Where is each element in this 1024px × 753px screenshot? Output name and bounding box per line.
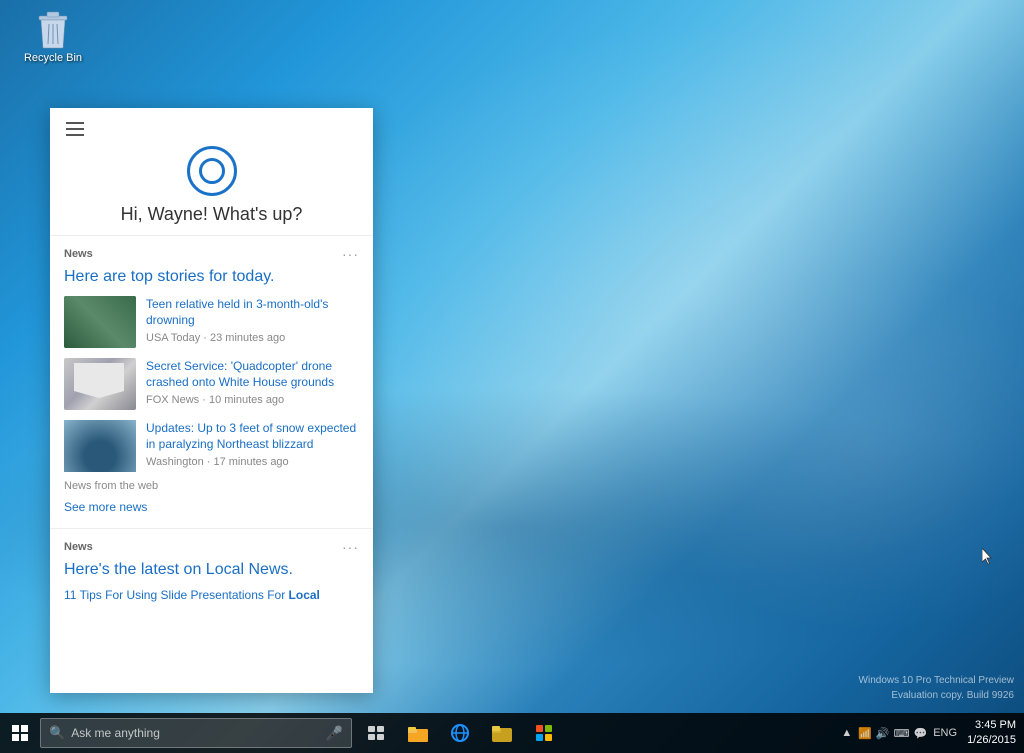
recycle-bin-graphic bbox=[33, 10, 73, 50]
news-card-1-header: News ··· bbox=[64, 246, 359, 262]
hamburger-button[interactable] bbox=[64, 120, 86, 138]
news-label-2: News bbox=[64, 541, 93, 553]
recycle-bin-icon[interactable]: Recycle Bin bbox=[18, 10, 88, 64]
news-source-2: FOX News · 10 minutes ago bbox=[146, 394, 359, 406]
news-content-3: Updates: Up to 3 feet of snow expected i… bbox=[146, 420, 359, 468]
news-card-2-header: News ··· bbox=[64, 539, 359, 555]
news-title-3[interactable]: Updates: Up to 3 feet of snow expected i… bbox=[146, 420, 359, 452]
start-button[interactable] bbox=[0, 713, 40, 753]
news-item-1[interactable]: Teen relative held in 3-month-old's drow… bbox=[64, 296, 359, 348]
watermark: Windows 10 Pro Technical Preview Evaluat… bbox=[859, 673, 1014, 703]
show-hidden-icons-button[interactable]: ▲ bbox=[841, 727, 852, 739]
keyboard-icon[interactable]: ⌨ bbox=[894, 727, 910, 740]
local-news-highlight: Local bbox=[289, 588, 320, 602]
local-news-title-text: 11 Tips For Using Slide Presentations Fo… bbox=[64, 588, 289, 602]
news-content-2: Secret Service: 'Quadcopter' drone crash… bbox=[146, 358, 359, 406]
news-label-1: News bbox=[64, 248, 93, 260]
store-button[interactable] bbox=[524, 713, 564, 753]
cortana-header bbox=[50, 108, 373, 138]
cortana-logo-area: Hi, Wayne! What's up? bbox=[50, 138, 373, 235]
news-source-3: Washington · 17 minutes ago bbox=[146, 456, 359, 468]
news-title-2[interactable]: Secret Service: 'Quadcopter' drone crash… bbox=[146, 358, 359, 390]
desktop: Recycle Bin Hi, Wayne! What's up? News ·… bbox=[0, 0, 1024, 753]
clock-date: 1/26/2015 bbox=[967, 733, 1016, 748]
language-indicator[interactable]: ENG bbox=[933, 727, 957, 739]
start-icon bbox=[12, 725, 28, 741]
mouse-cursor bbox=[982, 548, 994, 566]
watermark-line2: Evaluation copy. Build 9926 bbox=[859, 688, 1014, 703]
news-item-3[interactable]: Updates: Up to 3 feet of snow expected i… bbox=[64, 420, 359, 472]
news-title-1[interactable]: Teen relative held in 3-month-old's drow… bbox=[146, 296, 359, 328]
local-news-item-1[interactable]: 11 Tips For Using Slide Presentations Fo… bbox=[64, 587, 359, 604]
search-placeholder: Ask me anything bbox=[71, 726, 319, 740]
news-card-1: News ··· Here are top stories for today.… bbox=[50, 235, 373, 528]
news-content-1: Teen relative held in 3-month-old's drow… bbox=[146, 296, 359, 344]
internet-explorer-button[interactable] bbox=[440, 713, 480, 753]
network-icon[interactable]: 📶 bbox=[858, 727, 872, 740]
system-tray: ▲ 📶 🔊 ⌨ 💬 ENG 3:45 PM 1/26/2015 bbox=[841, 718, 1024, 749]
volume-icon[interactable]: 🔊 bbox=[876, 727, 890, 740]
cortana-panel: Hi, Wayne! What's up? News ··· Here are … bbox=[50, 108, 373, 693]
news-thumb-3 bbox=[64, 420, 136, 472]
task-view-button[interactable] bbox=[356, 713, 396, 753]
news-thumb-1 bbox=[64, 296, 136, 348]
taskbar-apps bbox=[356, 713, 564, 753]
news-more-button-1[interactable]: ··· bbox=[342, 246, 359, 262]
news-thumb-2 bbox=[64, 358, 136, 410]
clock[interactable]: 3:45 PM 1/26/2015 bbox=[963, 718, 1016, 749]
folder-button[interactable] bbox=[482, 713, 522, 753]
see-more-news-link[interactable]: See more news bbox=[64, 500, 147, 514]
taskbar: 🔍 Ask me anything 🎤 bbox=[0, 713, 1024, 753]
news-more-button-2[interactable]: ··· bbox=[342, 539, 359, 555]
news-card-2: News ··· Here's the latest on Local News… bbox=[50, 528, 373, 614]
recycle-bin-label: Recycle Bin bbox=[24, 52, 82, 64]
search-icon: 🔍 bbox=[49, 725, 65, 741]
action-center-icon[interactable]: 💬 bbox=[914, 727, 928, 740]
news-footer: News from the web bbox=[64, 480, 359, 492]
cortana-greeting: Hi, Wayne! What's up? bbox=[121, 204, 303, 225]
cortana-logo bbox=[187, 146, 237, 196]
local-news-headline: Here's the latest on Local News. bbox=[64, 561, 359, 579]
watermark-line1: Windows 10 Pro Technical Preview bbox=[859, 673, 1014, 688]
cortana-content[interactable]: News ··· Here are top stories for today.… bbox=[50, 235, 373, 693]
clock-time: 3:45 PM bbox=[975, 718, 1016, 733]
news-source-1: USA Today · 23 minutes ago bbox=[146, 332, 359, 344]
file-explorer-button[interactable] bbox=[398, 713, 438, 753]
tray-icons: 📶 🔊 ⌨ 💬 bbox=[858, 727, 927, 740]
microphone-icon[interactable]: 🎤 bbox=[326, 725, 343, 742]
news-headline-1: Here are top stories for today. bbox=[64, 268, 359, 286]
news-item-2[interactable]: Secret Service: 'Quadcopter' drone crash… bbox=[64, 358, 359, 410]
cortana-search-bar[interactable]: 🔍 Ask me anything 🎤 bbox=[40, 718, 352, 748]
